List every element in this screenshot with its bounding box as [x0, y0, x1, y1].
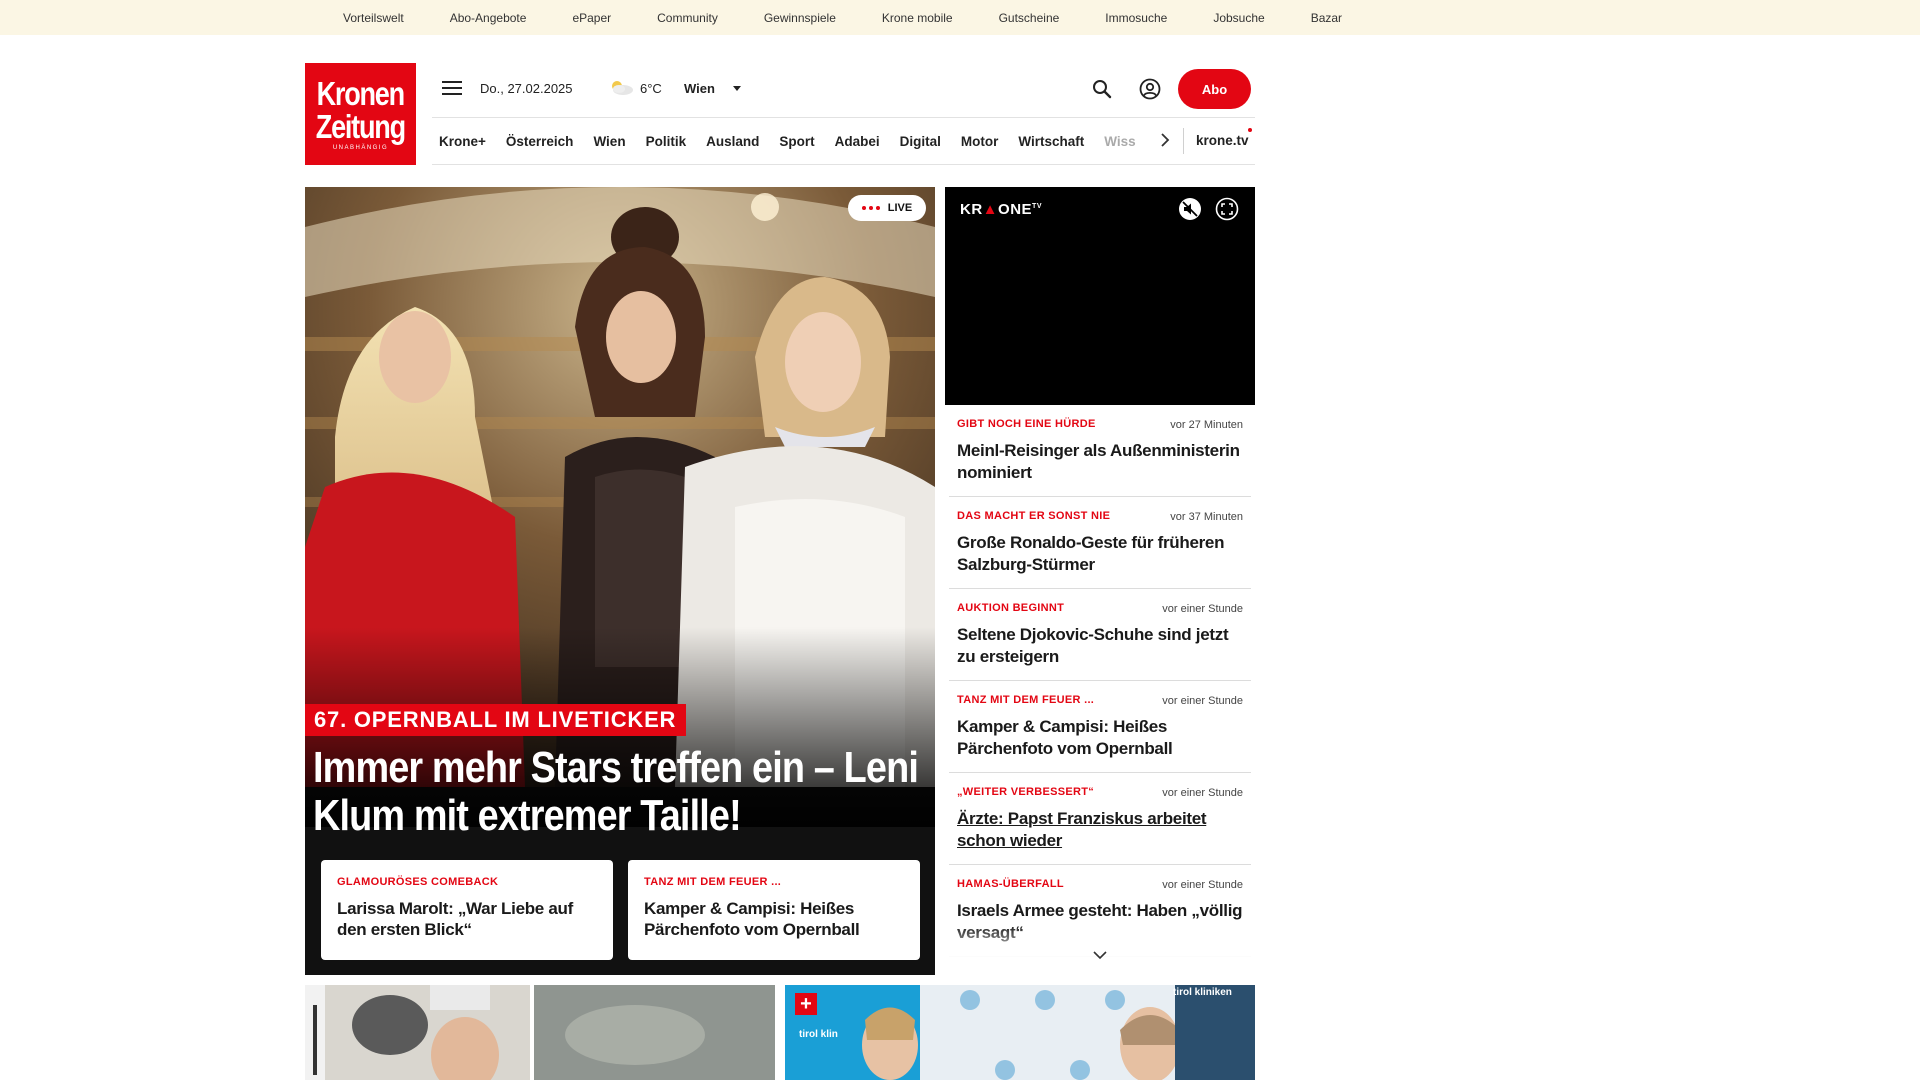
utility-link-bazar[interactable]: Bazar	[1311, 11, 1342, 25]
nav-item-wissen[interactable]: Wiss	[1104, 134, 1135, 149]
card-kicker: TANZ MIT DEM FEUER ...	[644, 876, 782, 888]
news-time: vor einer Stunde	[1162, 603, 1243, 615]
nav-item-politik[interactable]: Politik	[646, 134, 687, 149]
main-navigation: Krone+ Österreich Wien Politik Ausland S…	[432, 118, 1149, 164]
news-headline[interactable]: Meinl-Reisinger als Außenministerin nomi…	[957, 440, 1243, 484]
logo-part: KR	[960, 201, 983, 218]
partly-cloudy-icon	[612, 81, 633, 95]
teaser-brand-text: tirol klin	[799, 1029, 838, 1040]
krone-tv-video-player[interactable]: KR▲ONETV	[945, 187, 1255, 405]
hero-story[interactable]: LIVE 67. OPERNBALL IM LIVETICKER Immer m…	[305, 187, 935, 975]
logo-text-line3: UNABHÄNGIG	[332, 145, 389, 151]
fullscreen-icon[interactable]	[1215, 197, 1239, 221]
teaser-brand-text: tirol kliniken	[1173, 987, 1232, 998]
news-time: vor 37 Minuten	[1170, 511, 1243, 523]
live-dots-icon	[861, 206, 880, 210]
temperature: 6°C	[640, 81, 662, 96]
nav-item-oesterreich[interactable]: Österreich	[506, 134, 574, 149]
nav-item-motor[interactable]: Motor	[961, 134, 999, 149]
utility-link-abo-angebote[interactable]: Abo-Angebote	[450, 11, 527, 25]
mute-icon[interactable]	[1178, 197, 1202, 221]
chevron-right-icon[interactable]	[1160, 132, 1170, 148]
krone-tv-link[interactable]: krone.tv	[1196, 133, 1249, 148]
logo-text-line1: Kronen	[316, 75, 406, 112]
live-indicator-dot	[1248, 128, 1252, 132]
hamburger-menu-icon[interactable]	[442, 81, 462, 97]
hero-headline[interactable]: Immer mehr Stars treffen ein – Leni Klum…	[313, 744, 924, 840]
news-time: vor einer Stunde	[1162, 879, 1243, 891]
news-item[interactable]: AUKTION BEGINNT vor einer Stunde Seltene…	[949, 589, 1251, 681]
utility-link-vorteilswelt[interactable]: Vorteilswelt	[343, 11, 404, 25]
logo-tv: TV	[1032, 203, 1042, 210]
live-label: LIVE	[887, 202, 913, 214]
city-selector[interactable]: Wien	[684, 81, 715, 96]
teaser-photo	[785, 985, 1255, 1080]
news-time: vor einer Stunde	[1162, 787, 1243, 799]
hero-related-card[interactable]: GLAMOURÖSES COMEBACK Larissa Marolt: „Wa…	[321, 860, 613, 960]
logo-part: ONE	[998, 201, 1033, 218]
utility-link-community[interactable]: Community	[657, 11, 718, 25]
user-account-icon[interactable]	[1139, 78, 1161, 100]
nav-item-wien[interactable]: Wien	[593, 134, 625, 149]
latest-news-list: GIBT NOCH EINE HÜRDE vor 27 Minuten Mein…	[949, 405, 1251, 973]
hero-related-card[interactable]: TANZ MIT DEM FEUER ... Kamper & Campisi:…	[628, 860, 920, 960]
abo-button[interactable]: Abo	[1178, 69, 1251, 109]
news-headline[interactable]: Seltene Djokovic-Schuhe sind jetzt zu er…	[957, 624, 1243, 668]
top-utility-bar: Vorteilswelt Abo-Angebote ePaper Communi…	[0, 0, 1920, 35]
nav-item-krone-plus[interactable]: Krone+	[439, 134, 486, 149]
news-time: vor 27 Minuten	[1170, 419, 1243, 431]
utility-link-immosuche[interactable]: Immosuche	[1105, 11, 1167, 25]
utility-link-jobsuche[interactable]: Jobsuche	[1213, 11, 1264, 25]
utility-link-epaper[interactable]: ePaper	[572, 11, 611, 25]
logo-crown: ▲	[982, 201, 999, 218]
caret-down-icon[interactable]	[733, 86, 741, 91]
utility-link-gewinnspiele[interactable]: Gewinnspiele	[764, 11, 836, 25]
story-teaser[interactable]: + tirol klin tirol kliniken	[785, 985, 1255, 1080]
chevron-down-icon[interactable]	[1092, 950, 1108, 960]
kronen-zeitung-logo[interactable]: Kronen Zeitung UNABHÄNGIG	[305, 63, 416, 165]
current-date: Do., 27.02.2025	[480, 81, 573, 96]
plus-badge: +	[795, 993, 817, 1015]
nav-divider-bottom	[432, 164, 1255, 165]
news-item[interactable]: DAS MACHT ER SONST NIE vor 37 Minuten Gr…	[949, 497, 1251, 589]
logo-text-line2: Zeitung	[315, 108, 406, 145]
nav-item-ausland[interactable]: Ausland	[706, 134, 759, 149]
nav-item-adabei[interactable]: Adabei	[835, 134, 880, 149]
teaser-photo	[305, 985, 775, 1080]
news-item[interactable]: GIBT NOCH EINE HÜRDE vor 27 Minuten Mein…	[949, 405, 1251, 497]
news-headline[interactable]: Ärzte: Papst Franziskus arbeitet schon w…	[957, 808, 1243, 852]
utility-links: Vorteilswelt Abo-Angebote ePaper Communi…	[343, 0, 1388, 35]
search-icon[interactable]	[1092, 79, 1112, 99]
card-headline[interactable]: Larissa Marolt: „War Liebe auf den erste…	[337, 898, 597, 940]
news-time: vor einer Stunde	[1162, 695, 1243, 707]
story-teaser[interactable]	[305, 985, 775, 1080]
card-headline[interactable]: Kamper & Campisi: Heißes Pärchenfoto vom…	[644, 898, 904, 940]
hero-kicker: 67. OPERNBALL IM LIVETICKER	[305, 704, 687, 736]
news-headline[interactable]: Große Ronaldo-Geste für früheren Salzbur…	[957, 532, 1243, 576]
news-item[interactable]: „WEITER VERBESSERT“ vor einer Stunde Ärz…	[949, 773, 1251, 865]
live-badge: LIVE	[848, 195, 926, 221]
news-item[interactable]: TANZ MIT DEM FEUER ... vor einer Stunde …	[949, 681, 1251, 773]
nav-item-digital[interactable]: Digital	[900, 134, 941, 149]
nav-item-sport[interactable]: Sport	[779, 134, 814, 149]
nav-item-wirtschaft[interactable]: Wirtschaft	[1018, 134, 1084, 149]
utility-link-gutscheine[interactable]: Gutscheine	[999, 11, 1060, 25]
card-kicker: GLAMOURÖSES COMEBACK	[337, 876, 499, 888]
nav-divider	[1183, 128, 1184, 154]
utility-link-krone-mobile[interactable]: Krone mobile	[882, 11, 953, 25]
news-headline[interactable]: Kamper & Campisi: Heißes Pärchenfoto vom…	[957, 716, 1243, 760]
krone-tv-logo: KR▲ONETV	[960, 201, 1042, 218]
